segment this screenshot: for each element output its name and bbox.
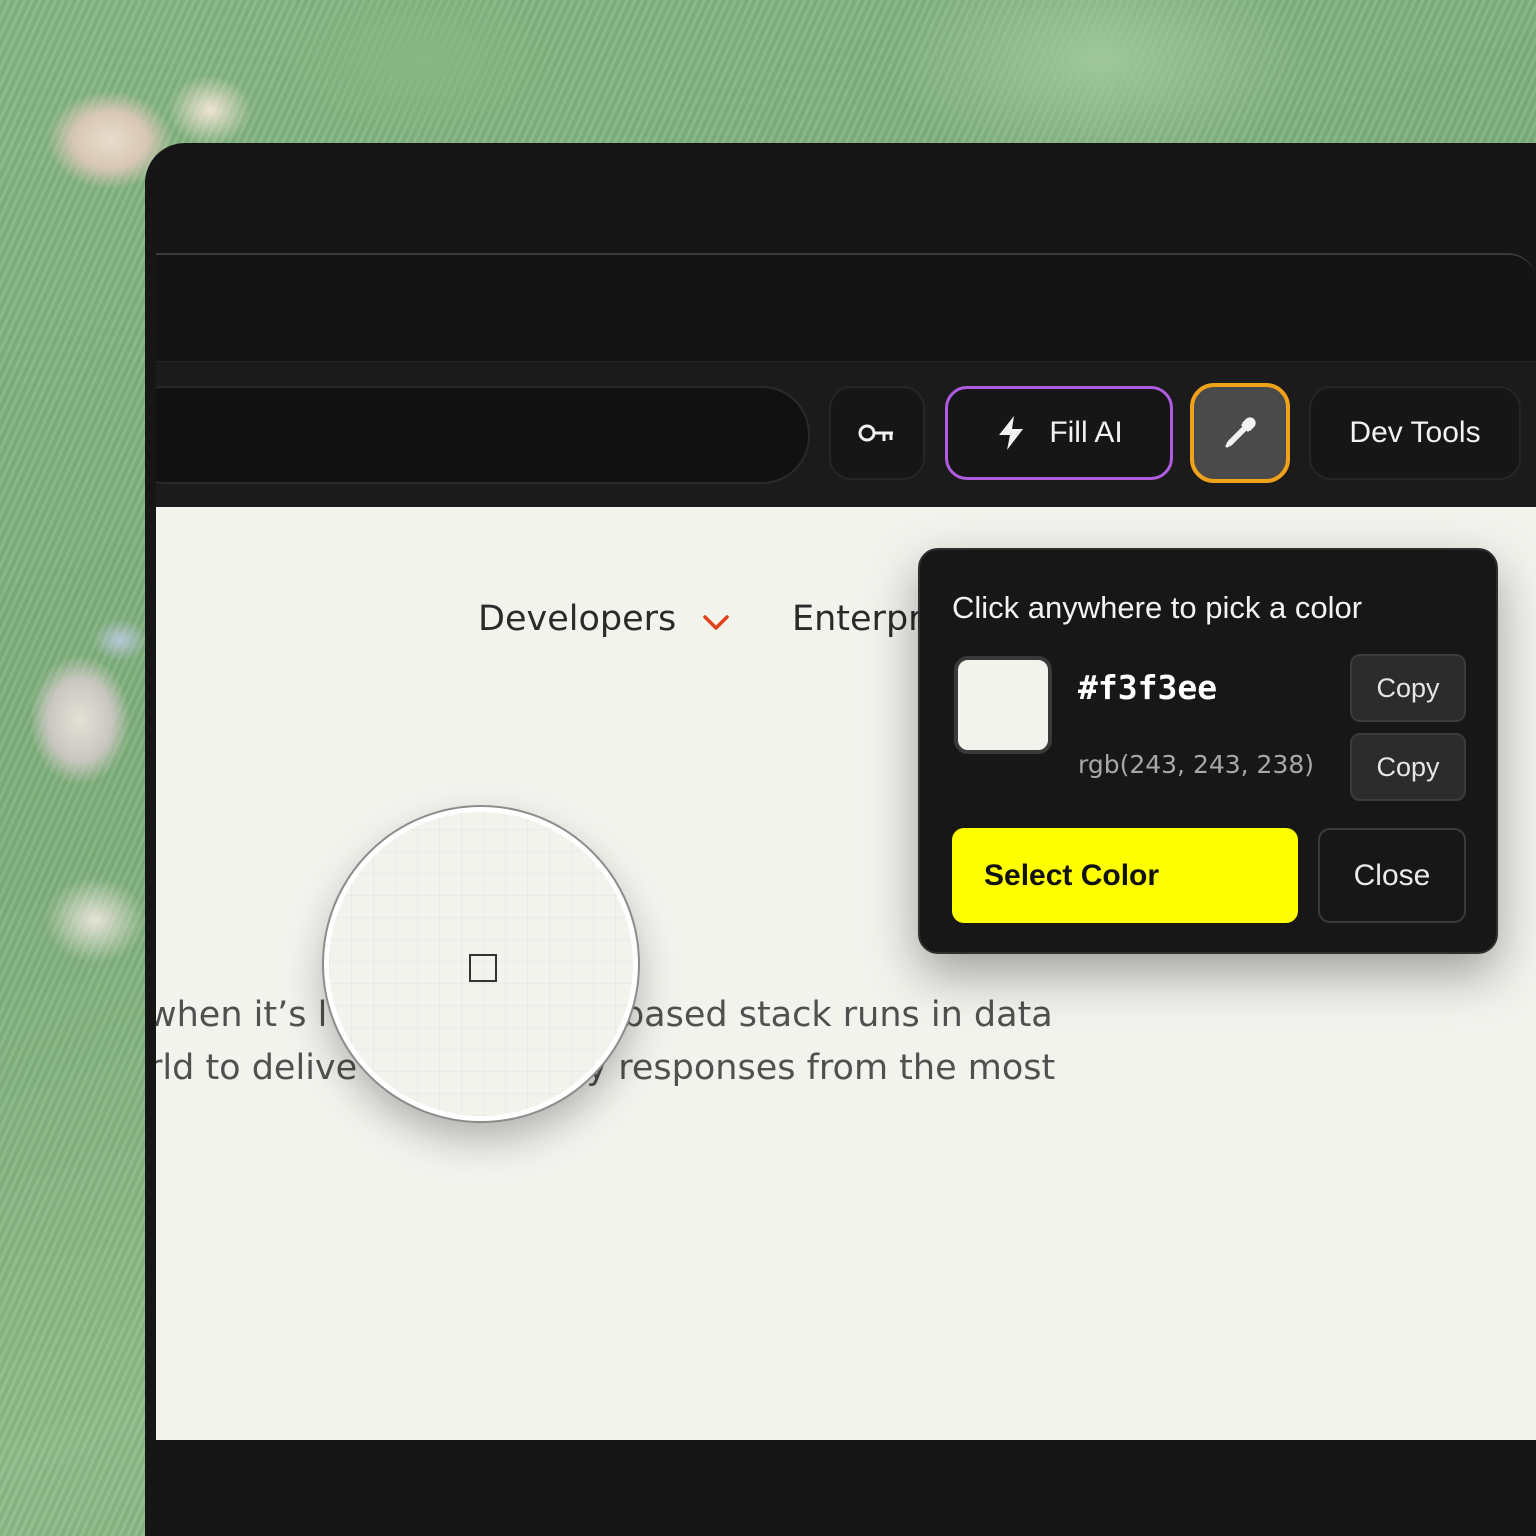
browser-toolbar: Fill AI Dev Tools	[156, 361, 1536, 508]
key-icon	[858, 424, 893, 442]
color-swatch	[954, 656, 1052, 754]
select-color-button[interactable]: Select Color	[952, 828, 1298, 923]
copy-rgb-button[interactable]: Copy	[1350, 733, 1466, 801]
password-key-button[interactable]	[829, 386, 925, 480]
fill-ai-button[interactable]: Fill AI	[945, 386, 1173, 480]
body-text-fragment: when it’s l	[156, 995, 328, 1035]
rgb-value: rgb(243, 243, 238)	[1078, 750, 1315, 779]
fill-ai-label: Fill AI	[1049, 416, 1123, 449]
color-picker-popover: Click anywhere to pick a color #f3f3ee r…	[918, 548, 1498, 954]
window-bottom-bar	[145, 1440, 1536, 1536]
chevron-down-icon[interactable]	[702, 609, 730, 637]
address-bar[interactable]	[156, 386, 810, 484]
picker-instruction: Click anywhere to pick a color	[952, 590, 1363, 625]
close-button[interactable]: Close	[1318, 828, 1466, 923]
body-text-fragment: -based stack runs in data	[609, 995, 1053, 1035]
dev-tools-button[interactable]: Dev Tools	[1309, 386, 1521, 480]
tab-strip	[156, 255, 1536, 361]
loupe-crosshair-square	[469, 954, 497, 982]
body-text-fragment: rld to delive	[156, 1048, 358, 1088]
eyedropper-icon	[1225, 417, 1256, 448]
nav-enterprise[interactable]: Enterpr	[792, 599, 923, 639]
body-text-fragment: cy responses from the most	[567, 1048, 1056, 1088]
hex-value: #f3f3ee	[1078, 668, 1218, 707]
lightning-icon	[999, 416, 1024, 450]
color-picker-button[interactable]	[1190, 383, 1290, 483]
copy-hex-button[interactable]: Copy	[1350, 654, 1466, 722]
nav-developers[interactable]: Developers	[478, 599, 676, 639]
magnifier-loupe[interactable]	[324, 807, 638, 1121]
